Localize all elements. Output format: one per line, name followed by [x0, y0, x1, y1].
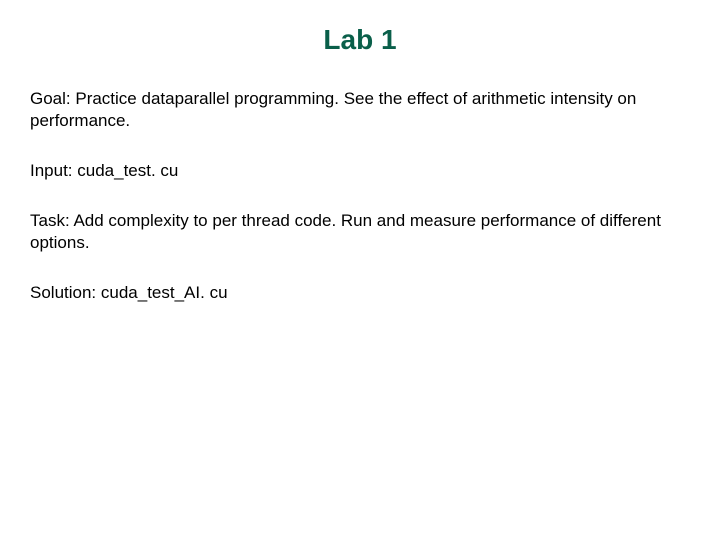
- slide-title: Lab 1: [30, 24, 690, 56]
- task-paragraph: Task: Add complexity to per thread code.…: [30, 210, 690, 254]
- goal-paragraph: Goal: Practice dataparallel programming.…: [30, 88, 690, 132]
- solution-paragraph: Solution: cuda_test_AI. cu: [30, 282, 690, 304]
- input-paragraph: Input: cuda_test. cu: [30, 160, 690, 182]
